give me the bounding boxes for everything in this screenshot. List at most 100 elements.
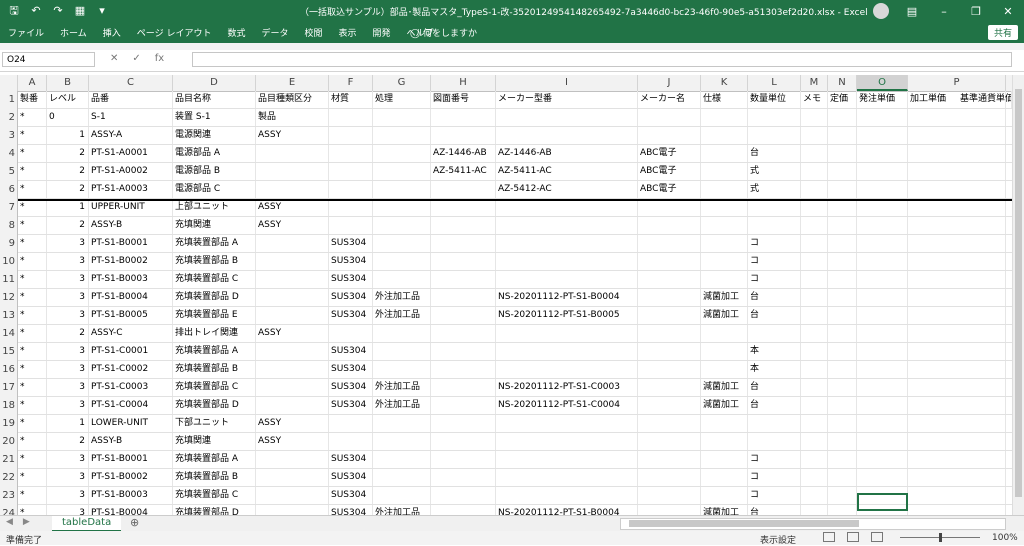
ribbon-display-icon[interactable]: ▤ [896,0,928,23]
row-header[interactable]: 10 [0,253,18,271]
cell[interactable]: PT-S1-B0002 [89,469,173,486]
cell[interactable]: AZ-5412-AC [496,181,638,198]
cell[interactable] [373,127,431,144]
zoom-level[interactable]: 100% [992,533,1018,543]
cell[interactable] [638,199,701,216]
cell[interactable]: ABC電子 [638,145,701,162]
cancel-icon[interactable]: ✕ [110,53,118,64]
cell[interactable] [748,433,801,450]
cell[interactable] [638,325,701,342]
cell[interactable] [908,451,1006,468]
cell[interactable]: 充填装置部品 D [173,289,256,306]
cell[interactable]: PT-S1-A0002 [89,163,173,180]
cell[interactable] [431,469,496,486]
cell[interactable] [496,253,638,270]
cell[interactable] [828,505,857,515]
cell[interactable]: PT-S1-C0003 [89,379,173,396]
cell[interactable]: 2 [47,325,89,342]
cell[interactable]: PT-S1-B0004 [89,505,173,515]
cell[interactable]: UPPER-UNIT [89,199,173,216]
row-header[interactable]: 16 [0,361,18,379]
cell[interactable]: NS-20201112-PT-S1-C0004 [496,397,638,414]
cell[interactable]: レベル [47,91,89,108]
cell[interactable] [256,397,329,414]
cell[interactable] [748,109,801,126]
cell[interactable] [908,397,1006,414]
cell[interactable] [801,343,828,360]
cell[interactable] [431,127,496,144]
cell[interactable] [431,217,496,234]
cell[interactable]: NS-20201112-PT-S1-B0004 [496,505,638,515]
cell[interactable] [828,487,857,504]
cell[interactable] [256,289,329,306]
cell[interactable] [373,343,431,360]
row-header[interactable]: 11 [0,271,18,289]
sheet-tab[interactable]: tableData [52,516,122,532]
cell[interactable]: ABC電子 [638,163,701,180]
cell[interactable]: * [18,253,47,270]
normal-view-icon[interactable] [823,532,835,542]
cell[interactable] [329,181,373,198]
row-header[interactable]: 7 [0,199,18,217]
cell[interactable] [431,109,496,126]
cell[interactable] [373,487,431,504]
cell[interactable] [828,235,857,252]
cell[interactable] [496,325,638,342]
cell[interactable] [373,433,431,450]
cell[interactable]: PT-S1-C0001 [89,343,173,360]
cell[interactable]: 3 [47,361,89,378]
cell[interactable]: ASSY-C [89,325,173,342]
cell[interactable]: SUS304 [329,397,373,414]
cell[interactable] [373,325,431,342]
cell[interactable]: 3 [47,271,89,288]
cell[interactable]: 品目名称 [173,91,256,108]
cell[interactable]: 外注加工品 [373,379,431,396]
cell[interactable] [701,343,748,360]
cell[interactable]: 充填装置部品 A [173,235,256,252]
cell[interactable]: 品目種類区分 [256,91,329,108]
cell[interactable] [256,343,329,360]
cell[interactable] [908,469,1006,486]
cell[interactable] [256,235,329,252]
cell[interactable]: 装置 S-1 [173,109,256,126]
cell[interactable] [828,181,857,198]
cell[interactable]: 本 [748,343,801,360]
tab-view[interactable]: 表示 [339,26,357,39]
cell[interactable]: 製品 [256,109,329,126]
row-header[interactable]: 12 [0,289,18,307]
cell[interactable] [801,307,828,324]
cell[interactable] [908,127,1006,144]
cell[interactable] [828,379,857,396]
cell[interactable]: * [18,145,47,162]
cell[interactable]: SUS304 [329,343,373,360]
cell[interactable] [496,199,638,216]
save-icon[interactable]: 🖫 [6,3,22,19]
cell[interactable] [748,199,801,216]
cell[interactable] [496,217,638,234]
cell[interactable]: 充填装置部品 B [173,469,256,486]
cell[interactable] [638,433,701,450]
row-header[interactable]: 22 [0,469,18,487]
cell[interactable]: SUS304 [329,253,373,270]
cell[interactable] [828,199,857,216]
cell[interactable] [373,415,431,432]
cell[interactable] [701,487,748,504]
cell[interactable]: 充填装置部品 C [173,271,256,288]
cell[interactable]: * [18,199,47,216]
cell[interactable]: PT-S1-B0002 [89,253,173,270]
cell[interactable] [748,217,801,234]
cell[interactable] [329,325,373,342]
cell[interactable]: SUS304 [329,289,373,306]
cell[interactable]: AZ-1446-AB [496,145,638,162]
cell[interactable]: 台 [748,145,801,162]
cell[interactable]: 充填装置部品 C [173,487,256,504]
cell[interactable] [908,487,1006,504]
column-header[interactable]: F [329,75,373,91]
cell[interactable]: 外注加工品 [373,307,431,324]
cell[interactable]: コ [748,271,801,288]
cell[interactable] [701,145,748,162]
select-all-corner[interactable] [0,75,18,91]
cell[interactable]: * [18,379,47,396]
cell[interactable]: SUS304 [329,235,373,252]
restore-icon[interactable]: ❐ [960,0,992,23]
